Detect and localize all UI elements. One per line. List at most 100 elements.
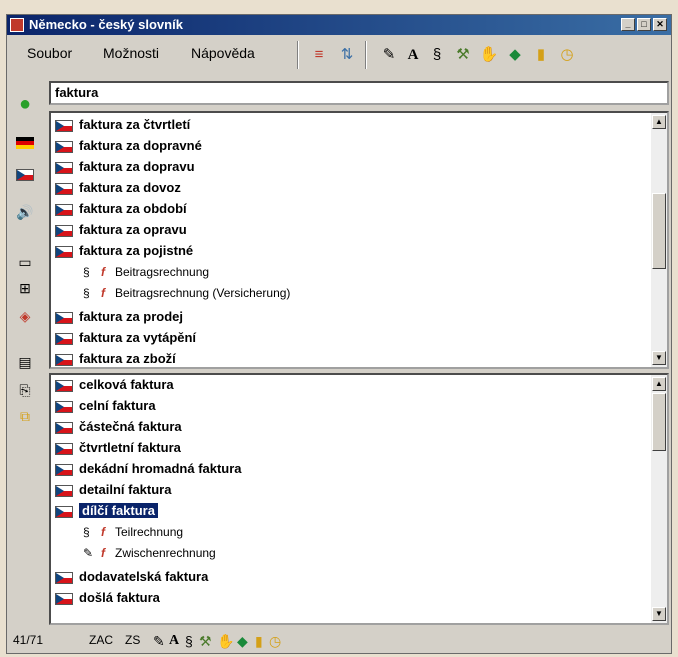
speaker-icon[interactable]: 🔊	[13, 201, 37, 223]
pencil-icon[interactable]: ✎	[379, 45, 399, 65]
zs-toggle[interactable]: ZS	[125, 633, 140, 647]
czech-flag-icon	[55, 505, 73, 518]
section-icon: §	[83, 265, 90, 279]
clipboard-icon[interactable]: ▮	[255, 633, 263, 650]
font-icon[interactable]: A	[169, 633, 179, 649]
tools-icon[interactable]: ⚒	[453, 45, 473, 65]
list-item-label: faktura za prodej	[79, 309, 184, 324]
list-item-selected[interactable]: dílčí faktura	[55, 503, 158, 523]
minimize-button[interactable]: _	[621, 18, 635, 31]
sort-icon[interactable]: ⇅	[337, 45, 357, 65]
list-item[interactable]: faktura za dovoz	[55, 180, 181, 200]
hand-icon[interactable]: ✋	[217, 633, 234, 650]
list-item[interactable]: faktura za prodej	[55, 309, 183, 329]
clock-icon[interactable]: ◷	[557, 45, 577, 65]
clipboard-icon[interactable]: ▮	[531, 45, 551, 65]
list-item[interactable]: dodavatelská faktura	[55, 569, 208, 589]
upper-scrollbar[interactable]: ▲ ▼	[651, 113, 667, 367]
dictionary-window: Německo - český slovník _ □ ✕ Soubor Mož…	[6, 14, 672, 654]
list-view-icon[interactable]: ≡	[309, 45, 329, 65]
translation-label: Zwischenrechnung	[115, 546, 216, 560]
diamond-icon[interactable]: ◆	[505, 45, 525, 65]
translation-item[interactable]: § f Teilrechnung	[83, 525, 183, 545]
czech-flag-icon[interactable]	[13, 163, 37, 185]
diamond-icon[interactable]: ◆	[237, 633, 248, 650]
section-icon[interactable]: §	[427, 45, 447, 65]
tools-icon: ✎	[83, 546, 94, 560]
menu-soubor[interactable]: Soubor	[27, 45, 72, 61]
list-item-label: detailní faktura	[79, 482, 172, 497]
hand-icon[interactable]: ✋	[479, 45, 499, 65]
toolbar-separator	[365, 41, 367, 69]
tools-icon[interactable]: ⚒	[199, 633, 212, 650]
translation-item[interactable]: § f Beitragsrechnung	[83, 265, 209, 285]
section-icon[interactable]: §	[185, 633, 193, 649]
close-button[interactable]: ✕	[653, 18, 667, 31]
page-icon[interactable]: ▤	[13, 351, 37, 373]
copy-icon[interactable]: ⧉	[13, 405, 37, 427]
list-item[interactable]: faktura za zboží	[55, 351, 176, 367]
list-item[interactable]: faktura za čtvrtletí	[55, 117, 190, 137]
list-item[interactable]: faktura za dopravu	[55, 159, 195, 179]
upper-results-list[interactable]: faktura za čtvrtletí faktura za dopravné…	[49, 111, 669, 369]
list-item-label: faktura za opravu	[79, 222, 187, 237]
list-item-label: částečná faktura	[79, 419, 182, 434]
menu-moznosti[interactable]: Možnosti	[103, 45, 159, 61]
list-item-label: faktura za pojistné	[79, 243, 194, 258]
scroll-thumb[interactable]	[652, 193, 666, 269]
zac-toggle[interactable]: ZAC	[89, 633, 113, 647]
pencil-icon[interactable]: ✎	[153, 633, 165, 650]
list-item[interactable]: došlá faktura	[55, 590, 160, 610]
list-item[interactable]: faktura za pojistné	[55, 243, 193, 263]
font-icon[interactable]: A	[403, 45, 423, 65]
clipboard-left-icon[interactable]: ⎘	[13, 379, 37, 401]
app-icon	[10, 18, 24, 32]
list-item[interactable]: celková faktura	[55, 377, 174, 397]
scroll-up-arrow[interactable]: ▲	[652, 115, 666, 129]
list-item[interactable]: dekádní hromadná faktura	[55, 461, 242, 481]
f-icon: f	[101, 265, 105, 279]
list-item[interactable]: faktura za vytápění	[55, 330, 196, 350]
list-item-label: faktura za dovoz	[79, 180, 181, 195]
list-item-label: faktura za dopravu	[79, 159, 195, 174]
translation-label: Beitragsrechnung	[115, 265, 210, 279]
translation-item[interactable]: ✎ f Zwischenrechnung	[83, 546, 216, 566]
list-item-label: celní faktura	[79, 398, 156, 413]
list-item[interactable]: faktura za opravu	[55, 222, 187, 242]
german-flag-icon[interactable]	[13, 133, 37, 155]
f-icon: f	[101, 546, 105, 560]
status-green-icon[interactable]: ●	[13, 93, 37, 115]
czech-flag-icon	[55, 484, 73, 497]
grid-icon[interactable]: ⊞	[13, 277, 37, 299]
book-icon[interactable]: ◈	[13, 305, 37, 327]
list-item-label: celková faktura	[79, 377, 174, 392]
czech-flag-icon	[55, 400, 73, 413]
translation-item[interactable]: § f Beitragsrechnung (Versicherung)	[83, 286, 290, 306]
list-item-label: faktura za dopravné	[79, 138, 202, 153]
list-item-label: dílčí faktura	[79, 503, 158, 518]
list-item[interactable]: faktura za období	[55, 201, 187, 221]
list-item[interactable]: faktura za dopravné	[55, 138, 202, 158]
search-input[interactable]: faktura	[49, 81, 669, 105]
czech-flag-icon	[55, 463, 73, 476]
list-item-label: faktura za vytápění	[79, 330, 197, 345]
list-item-label: dodavatelská faktura	[79, 569, 209, 584]
document-icon[interactable]: ▭	[13, 251, 37, 273]
scroll-down-arrow[interactable]: ▼	[652, 607, 666, 621]
scroll-thumb[interactable]	[652, 393, 666, 451]
clock-icon[interactable]: ◷	[269, 633, 281, 650]
list-item[interactable]: detailní faktura	[55, 482, 171, 502]
maximize-button[interactable]: □	[637, 18, 651, 31]
lower-results-list[interactable]: celková faktura celní faktura částečná f…	[49, 373, 669, 625]
menu-napoveda[interactable]: Nápověda	[191, 45, 255, 61]
translation-label: Beitragsrechnung (Versicherung)	[115, 286, 291, 300]
list-item[interactable]: celní faktura	[55, 398, 156, 418]
lower-scrollbar[interactable]: ▲ ▼	[651, 375, 667, 623]
czech-flag-icon	[55, 592, 73, 605]
czech-flag-icon	[55, 571, 73, 584]
list-item[interactable]: částečná faktura	[55, 419, 182, 439]
scroll-down-arrow[interactable]: ▼	[652, 351, 666, 365]
list-item[interactable]: čtvrtletní faktura	[55, 440, 181, 460]
list-item-label: faktura za čtvrtletí	[79, 117, 191, 132]
scroll-up-arrow[interactable]: ▲	[652, 377, 666, 391]
